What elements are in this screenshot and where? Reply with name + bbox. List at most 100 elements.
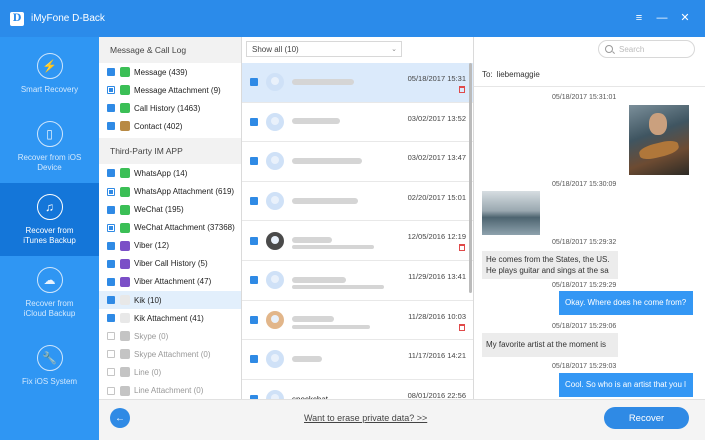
category-item[interactable]: Viber Attachment (47)	[99, 273, 241, 291]
sent-message: Cool. So who is an artist that you l	[559, 373, 693, 397]
row-checkbox[interactable]	[250, 355, 258, 364]
row-checkbox[interactable]	[250, 197, 258, 206]
search-box[interactable]	[598, 40, 695, 58]
category-checkbox[interactable]	[107, 332, 115, 341]
message-timestamp: 05/18/2017 15:29:32	[552, 239, 617, 246]
conversation-row[interactable]: 11/17/2016 14:21	[242, 340, 473, 380]
sidebar: ⚡ Smart Recovery ▯ Recover from iOS Devi…	[0, 37, 99, 440]
blurred-preview	[292, 245, 374, 250]
recipient-line: To: liebemaggie	[474, 63, 705, 87]
category-checkbox[interactable]	[107, 368, 115, 377]
sidebar-item-smart-recovery[interactable]: ⚡ Smart Recovery	[0, 37, 99, 110]
category-checkbox[interactable]	[107, 350, 115, 359]
message-timestamp: 05/18/2017 15:29:06	[552, 323, 617, 330]
category-checkbox[interactable]	[107, 277, 115, 286]
trash-icon[interactable]	[459, 244, 465, 252]
category-item[interactable]: Viber Call History (5)	[99, 255, 241, 273]
trash-icon[interactable]	[459, 86, 465, 93]
category-checkbox[interactable]	[107, 104, 115, 113]
category-checkbox[interactable]	[107, 169, 115, 178]
sidebar-item-recover-itunes-backup[interactable]: ♫ Recover from iTunes Backup	[0, 183, 99, 256]
category-label: WeChat Attachment (37368)	[134, 223, 235, 233]
row-date: 03/02/2017 13:47	[407, 153, 466, 163]
message-timestamp: 05/18/2017 15:30:09	[552, 181, 617, 188]
category-item[interactable]: Message (439)	[99, 63, 241, 81]
recover-button[interactable]: Recover	[604, 407, 689, 429]
category-item[interactable]: WhatsApp (14)	[99, 164, 241, 182]
message-timestamp: 05/18/2017 15:31:01	[552, 94, 617, 101]
category-checkbox[interactable]	[107, 223, 115, 232]
category-checkbox[interactable]	[107, 187, 115, 196]
row-checkbox[interactable]	[250, 117, 258, 126]
category-item[interactable]: Kik Attachment (41)	[99, 309, 241, 327]
conversation-row[interactable]: 02/20/2017 15:01	[242, 182, 473, 222]
category-item[interactable]: Line Attachment (0)	[99, 382, 241, 400]
conversation-row[interactable]: snockchat08/01/2016 22:56	[242, 380, 473, 399]
row-checkbox[interactable]	[250, 157, 258, 166]
category-item[interactable]: Kik (10)	[99, 291, 241, 310]
blurred-contact-name	[292, 117, 387, 126]
conversation-row[interactable]: 12/05/2016 12:19	[242, 221, 473, 261]
sidebar-item-fix-ios-system[interactable]: 🔧 Fix iOS System	[0, 329, 99, 402]
category-checkbox[interactable]	[107, 241, 115, 250]
menu-icon[interactable]: ≡	[633, 11, 645, 25]
category-item[interactable]: Contact (402)	[99, 117, 241, 135]
search-input[interactable]	[619, 44, 689, 54]
message-timestamp: 05/18/2017 15:29:29	[552, 282, 617, 289]
back-button[interactable]: ←	[110, 408, 130, 428]
category-checkbox[interactable]	[107, 314, 115, 323]
row-checkbox[interactable]	[250, 236, 258, 245]
row-checkbox[interactable]	[250, 315, 258, 324]
row-checkbox[interactable]	[250, 276, 258, 285]
sent-message: Okay. Where does he come from?	[559, 291, 693, 315]
category-item[interactable]: Call History (1463)	[99, 99, 241, 117]
blurred-contact-name	[292, 197, 387, 206]
category-checkbox[interactable]	[107, 68, 115, 77]
conversation-row[interactable]: 11/28/2016 10:03	[242, 301, 473, 341]
category-label: Line (0)	[134, 367, 162, 377]
conversation-row[interactable]: 11/29/2016 13:41	[242, 261, 473, 301]
photo-attachment[interactable]	[482, 191, 540, 235]
section-header: Third-Party IM APP	[99, 138, 241, 165]
category-item[interactable]: WeChat Attachment (37368)	[99, 219, 241, 237]
row-checkbox[interactable]	[250, 78, 258, 87]
category-checkbox[interactable]	[107, 296, 115, 305]
category-item[interactable]: Viber (12)	[99, 237, 241, 255]
category-checkbox[interactable]	[107, 259, 115, 268]
trash-icon[interactable]	[459, 323, 465, 331]
category-checkbox[interactable]	[107, 86, 115, 95]
category-label: WhatsApp Attachment (619)	[134, 187, 235, 197]
minimize-icon[interactable]: —	[656, 11, 668, 25]
category-checkbox[interactable]	[107, 122, 115, 131]
conversation-row[interactable]: 03/02/2017 13:52	[242, 103, 473, 143]
row-date: 03/02/2017 13:52	[407, 113, 466, 123]
conversation-row[interactable]: 05/18/2017 15:31	[242, 63, 473, 103]
category-item[interactable]: WhatsApp Attachment (619)	[99, 182, 241, 200]
app-icon	[120, 367, 130, 378]
photo-attachment[interactable]	[629, 105, 689, 175]
category-checkbox[interactable]	[107, 205, 115, 214]
category-item[interactable]: Skype (0)	[99, 327, 241, 345]
title-bar: D iMyFone D-Back ≡ — ✕	[0, 0, 705, 37]
category-label: Message (439)	[134, 67, 188, 77]
avatar	[266, 271, 284, 290]
category-item[interactable]: Skype Attachment (0)	[99, 345, 241, 363]
category-label: Message Attachment (9)	[134, 85, 221, 95]
category-checkbox[interactable]	[107, 386, 115, 395]
chevron-down-icon: ⌄	[391, 46, 397, 53]
sidebar-item-recover-icloud-backup[interactable]: ☁ Recover from iCloud Backup	[0, 256, 99, 329]
erase-private-data-link[interactable]: Want to erase private data? >>	[304, 413, 427, 423]
avatar	[266, 112, 284, 131]
received-message: My favorite artist at the moment is	[482, 333, 618, 357]
list-scrollbar[interactable]	[469, 63, 472, 293]
row-date: 12/05/2016 12:19	[407, 232, 466, 242]
category-item[interactable]: Line (0)	[99, 363, 241, 381]
avatar	[266, 231, 284, 250]
filter-dropdown[interactable]: Show all (10) ⌄	[246, 41, 402, 57]
sidebar-item-recover-ios-device[interactable]: ▯ Recover from iOS Device	[0, 110, 99, 183]
close-icon[interactable]: ✕	[679, 11, 691, 25]
conversation-row[interactable]: 03/02/2017 13:47	[242, 142, 473, 182]
blurred-contact-name	[292, 276, 387, 285]
category-item[interactable]: WeChat (195)	[99, 201, 241, 219]
category-item[interactable]: Message Attachment (9)	[99, 81, 241, 99]
